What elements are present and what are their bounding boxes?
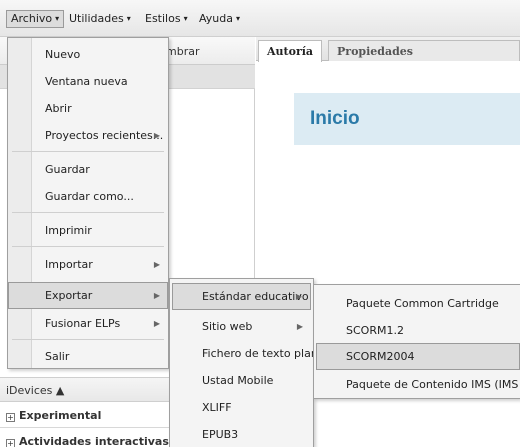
menu-item-label: Nuevo xyxy=(45,48,81,61)
menu-item-salir[interactable]: Salir xyxy=(8,343,168,370)
menu-item-label: Estándar educativo xyxy=(202,290,309,303)
menu-item-estandar-educativo[interactable]: Estándar educativo ▶ xyxy=(172,283,311,310)
menu-item-label: Guardar como... xyxy=(45,190,134,203)
export-submenu: Estándar educativo ▶ Sitio web ▶ Fichero d… xyxy=(169,278,325,447)
chevron-down-icon: ▾ xyxy=(183,14,188,23)
menu-separator xyxy=(12,151,164,152)
menu-estilos-label: Estilos xyxy=(145,12,181,25)
menu-separator xyxy=(12,212,164,213)
menu-item-label: SCORM1.2 xyxy=(346,324,404,337)
menu-ayuda-label: Ayuda xyxy=(199,12,233,25)
menu-item-label: Sitio web xyxy=(202,320,253,333)
chevron-down-icon: ▾ xyxy=(55,14,60,23)
submenu-arrow-icon: ▶ xyxy=(153,131,160,140)
submenu-arrow-icon: ▶ xyxy=(296,322,303,331)
menu-item-guardar[interactable]: Guardar xyxy=(8,156,168,183)
menu-item-label: Fusionar ELPs xyxy=(45,317,121,330)
submenu-arrow-icon: ▶ xyxy=(153,319,160,328)
menu-item-exportar[interactable]: Exportar ▶ xyxy=(8,282,168,309)
expand-icon: + xyxy=(6,439,15,447)
menu-item-imprimir[interactable]: Imprimir xyxy=(8,217,168,244)
rename-button[interactable]: mbrar xyxy=(166,45,199,58)
menu-item-proyectos-recientes[interactable]: Proyectos recientes... ▶ xyxy=(8,122,168,149)
submenu-arrow-icon: ▶ xyxy=(153,260,160,269)
menu-utilidades[interactable]: Utilidades ▾ xyxy=(65,10,135,28)
page-banner: Inicio xyxy=(294,93,520,145)
menu-item-abrir[interactable]: Abrir xyxy=(8,95,168,122)
archivo-menu: Nuevo Ventana nueva Abrir Proyectos reci… xyxy=(7,37,169,369)
menu-item-xliff[interactable]: XLIFF xyxy=(170,394,313,421)
menu-item-label: Guardar xyxy=(45,163,90,176)
menu-item-label: EPUB3 xyxy=(202,428,239,441)
menu-archivo-label: Archivo xyxy=(11,12,53,25)
submenu-arrow-icon: ▶ xyxy=(153,291,160,300)
menu-item-fichero-texto-plano[interactable]: Fichero de texto plano xyxy=(170,340,325,367)
menu-bar: Archivo ▾ Utilidades ▾ Estilos ▾ Ayuda ▾ xyxy=(0,0,520,37)
tab-bar: Autoría Propiedades xyxy=(256,37,520,62)
menu-item-guardar-como[interactable]: Guardar como... xyxy=(8,183,168,210)
menu-archivo[interactable]: Archivo ▾ xyxy=(6,10,65,28)
menu-item-label: Salir xyxy=(45,350,70,363)
menu-item-label: Ventana nueva xyxy=(45,75,128,88)
idevice-category-label: Experimental xyxy=(19,409,102,422)
menu-estilos[interactable]: Estilos ▾ xyxy=(141,10,192,28)
menu-item-label: Paquete Common Cartridge xyxy=(346,297,499,310)
submenu-arrow-icon: ▶ xyxy=(295,292,302,301)
menu-item-label: Abrir xyxy=(45,102,72,115)
idevice-category-label: Actividades interactivas xyxy=(19,435,169,447)
menu-item-nuevo[interactable]: Nuevo xyxy=(8,41,168,68)
menu-item-ims-cp[interactable]: Paquete de Contenido IMS (IMS CP) xyxy=(314,371,520,398)
menu-item-label: Paquete de Contenido IMS (IMS CP) xyxy=(346,378,520,391)
menu-item-label: Fichero de texto plano xyxy=(202,347,325,360)
menu-item-label: Importar xyxy=(45,258,93,271)
menu-item-ustad-mobile[interactable]: Ustad Mobile xyxy=(170,367,313,394)
menu-item-label: SCORM2004 xyxy=(346,350,415,363)
menu-item-label: Proyectos recientes... xyxy=(45,129,164,142)
menu-item-fusionar-elps[interactable]: Fusionar ELPs ▶ xyxy=(8,310,168,337)
menu-item-common-cartridge[interactable]: Paquete Common Cartridge xyxy=(314,290,520,317)
menu-item-label: Ustad Mobile xyxy=(202,374,274,387)
chevron-down-icon: ▾ xyxy=(126,14,131,23)
menu-item-label: XLIFF xyxy=(202,401,232,414)
menu-item-importar[interactable]: Importar ▶ xyxy=(8,251,168,278)
page-title: Inicio xyxy=(310,108,360,129)
tab-authoring[interactable]: Autoría xyxy=(258,40,323,62)
menu-item-label: Exportar xyxy=(45,289,93,302)
standards-submenu: Paquete Common Cartridge SCORM1.2 SCORM2… xyxy=(313,284,520,399)
menu-separator xyxy=(12,246,164,247)
menu-item-label: Imprimir xyxy=(45,224,92,237)
menu-separator xyxy=(12,339,164,340)
tab-properties[interactable]: Propiedades xyxy=(328,40,520,61)
chevron-down-icon: ▾ xyxy=(235,14,240,23)
expand-icon: + xyxy=(6,413,15,422)
menu-item-scorm12[interactable]: SCORM1.2 xyxy=(314,317,520,344)
menu-item-ventana-nueva[interactable]: Ventana nueva xyxy=(8,68,168,95)
menu-item-scorm2004[interactable]: SCORM2004 xyxy=(316,343,520,370)
menu-item-epub3[interactable]: EPUB3 xyxy=(170,421,313,447)
menu-utilidades-label: Utilidades xyxy=(69,12,124,25)
menu-ayuda[interactable]: Ayuda ▾ xyxy=(195,10,244,28)
menu-item-sitio-web[interactable]: Sitio web ▶ xyxy=(170,313,313,340)
